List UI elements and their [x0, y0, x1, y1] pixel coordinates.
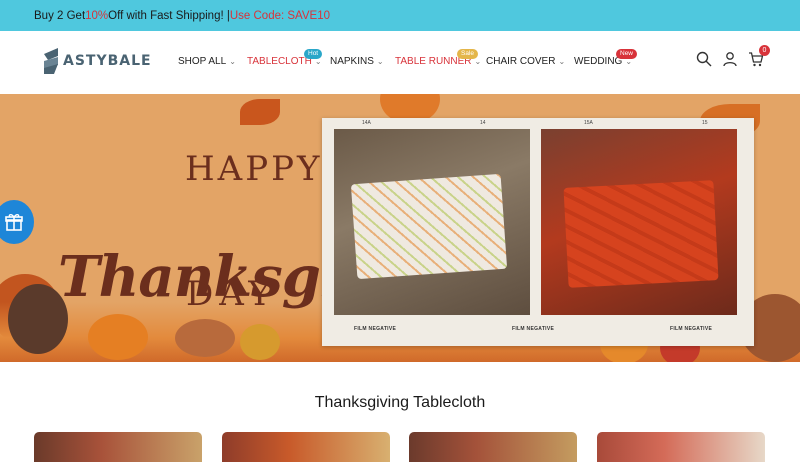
- promo-bar: Buy 2 Get 10% Off with Fast Shipping! | …: [0, 0, 800, 31]
- nav-chair-cover[interactable]: CHAIR COVER ⌄: [486, 56, 565, 67]
- promo-code: Use Code: SAVE10: [229, 9, 330, 22]
- white-tablecloth-photo: [334, 129, 530, 315]
- film-label: FILM NEGATIVE: [354, 326, 397, 332]
- product-photo-frame: 14A 14 15A 15 FILM NEGATIVE FILM NEGATIV…: [322, 118, 754, 346]
- user-icon[interactable]: [722, 51, 738, 67]
- hero-day-text: DAY: [186, 274, 277, 314]
- promo-discount: 10%: [85, 9, 109, 22]
- search-icon[interactable]: [696, 51, 712, 67]
- white-tablecloth-image: [350, 173, 508, 280]
- promo-middle: Off with Fast Shipping! |: [108, 9, 230, 22]
- cart-count-badge: 0: [759, 45, 770, 56]
- nav-label: WEDDING: [574, 56, 623, 67]
- film-label: FILM NEGATIVE: [512, 326, 555, 332]
- nav-label: SHOP ALL: [178, 56, 227, 67]
- red-tablecloth-image: [563, 180, 719, 288]
- hot-badge: Hot: [304, 49, 323, 59]
- product-card[interactable]: [597, 432, 765, 462]
- film-frame-number: 15A: [584, 120, 593, 126]
- film-frame-number: 14: [480, 120, 486, 126]
- product-card[interactable]: [222, 432, 390, 462]
- nav-label: TABLECLOTH: [247, 56, 312, 67]
- hero-banner[interactable]: HAPPY Thanksgiving DAY 14A 14 15A 15 FIL…: [0, 94, 800, 362]
- chevron-down-icon: ⌄: [558, 57, 566, 66]
- site-header: ASTYBALE SHOP ALL ⌄ TABLECLOTH ⌄ Hot NAPKI…: [0, 31, 800, 94]
- product-card[interactable]: [34, 432, 202, 462]
- hero-happy-text: HAPPY: [185, 149, 323, 189]
- leaf-decoration: [240, 99, 280, 125]
- new-badge: New: [616, 49, 638, 59]
- film-frame-number: 14A: [362, 120, 371, 126]
- film-frame-number: 15: [702, 120, 708, 126]
- main-nav: SHOP ALL ⌄ TABLECLOTH ⌄ Hot NAPKINS ⌄ TABLE…: [0, 31, 800, 94]
- cart-icon[interactable]: 0: [748, 45, 770, 67]
- film-label: FILM NEGATIVE: [670, 326, 713, 332]
- red-tablecloth-photo: [541, 129, 737, 315]
- chevron-down-icon: ⌄: [376, 57, 384, 66]
- chevron-down-icon: ⌄: [474, 57, 482, 66]
- pumpkin-decoration: [88, 314, 148, 360]
- sale-badge: Sale: [457, 49, 479, 59]
- promo-prefix: Buy 2 Get: [34, 9, 86, 22]
- corn-decoration: [240, 324, 280, 360]
- section-title: Thanksgiving Tablecloth: [314, 394, 486, 411]
- nav-label: CHAIR COVER: [486, 56, 556, 67]
- nav-napkins[interactable]: NAPKINS ⌄: [330, 56, 384, 67]
- chevron-down-icon: ⌄: [229, 57, 236, 66]
- product-grid: [34, 432, 766, 462]
- roast-turkey-decoration: [175, 319, 235, 357]
- nav-label: NAPKINS: [330, 56, 374, 67]
- gift-icon: [5, 214, 23, 231]
- product-card[interactable]: [409, 432, 577, 462]
- nav-shop-all[interactable]: SHOP ALL ⌄: [178, 56, 236, 67]
- header-actions: 0: [696, 45, 770, 67]
